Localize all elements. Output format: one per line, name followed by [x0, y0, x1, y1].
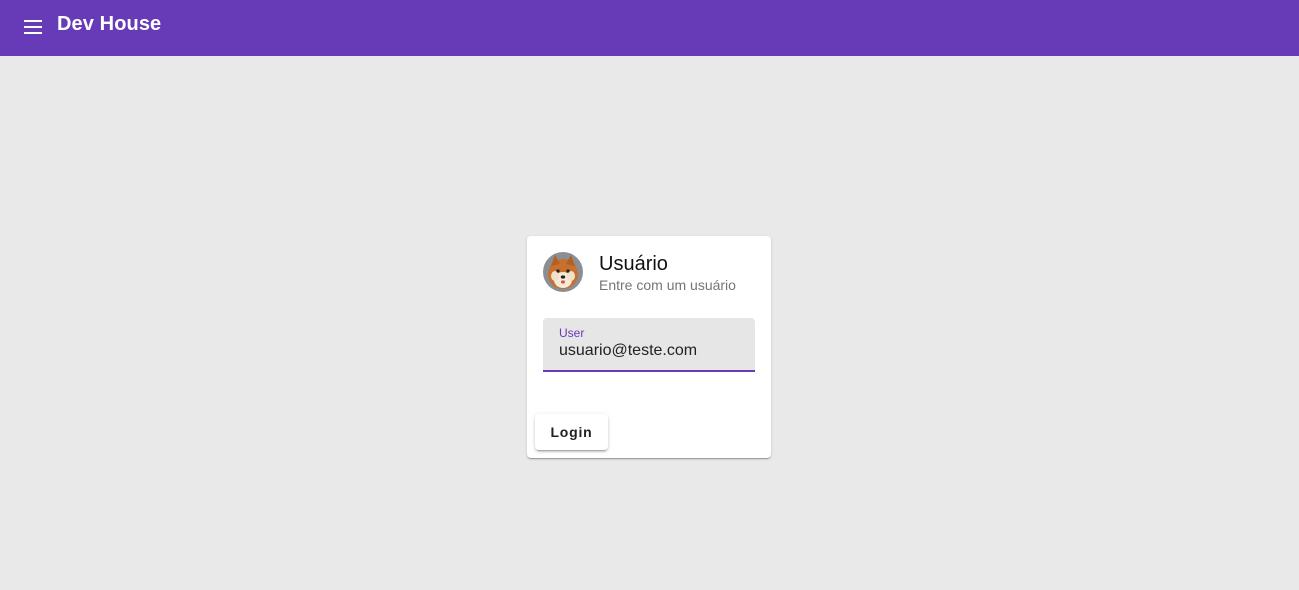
card-title: Usuário — [599, 253, 668, 275]
user-input[interactable] — [559, 342, 744, 360]
app-title: Dev House — [57, 13, 162, 35]
user-field-label: User — [559, 326, 585, 340]
card-subtitle: Entre com um usuário — [599, 277, 736, 293]
app-toolbar: Dev House — [0, 0, 1299, 56]
menu-icon[interactable] — [20, 14, 46, 40]
login-button[interactable]: Login — [535, 414, 608, 450]
user-field[interactable]: User — [543, 318, 755, 372]
login-card: Usuário Entre com um usuário User Login — [527, 236, 771, 458]
dog-avatar-icon — [543, 252, 583, 292]
